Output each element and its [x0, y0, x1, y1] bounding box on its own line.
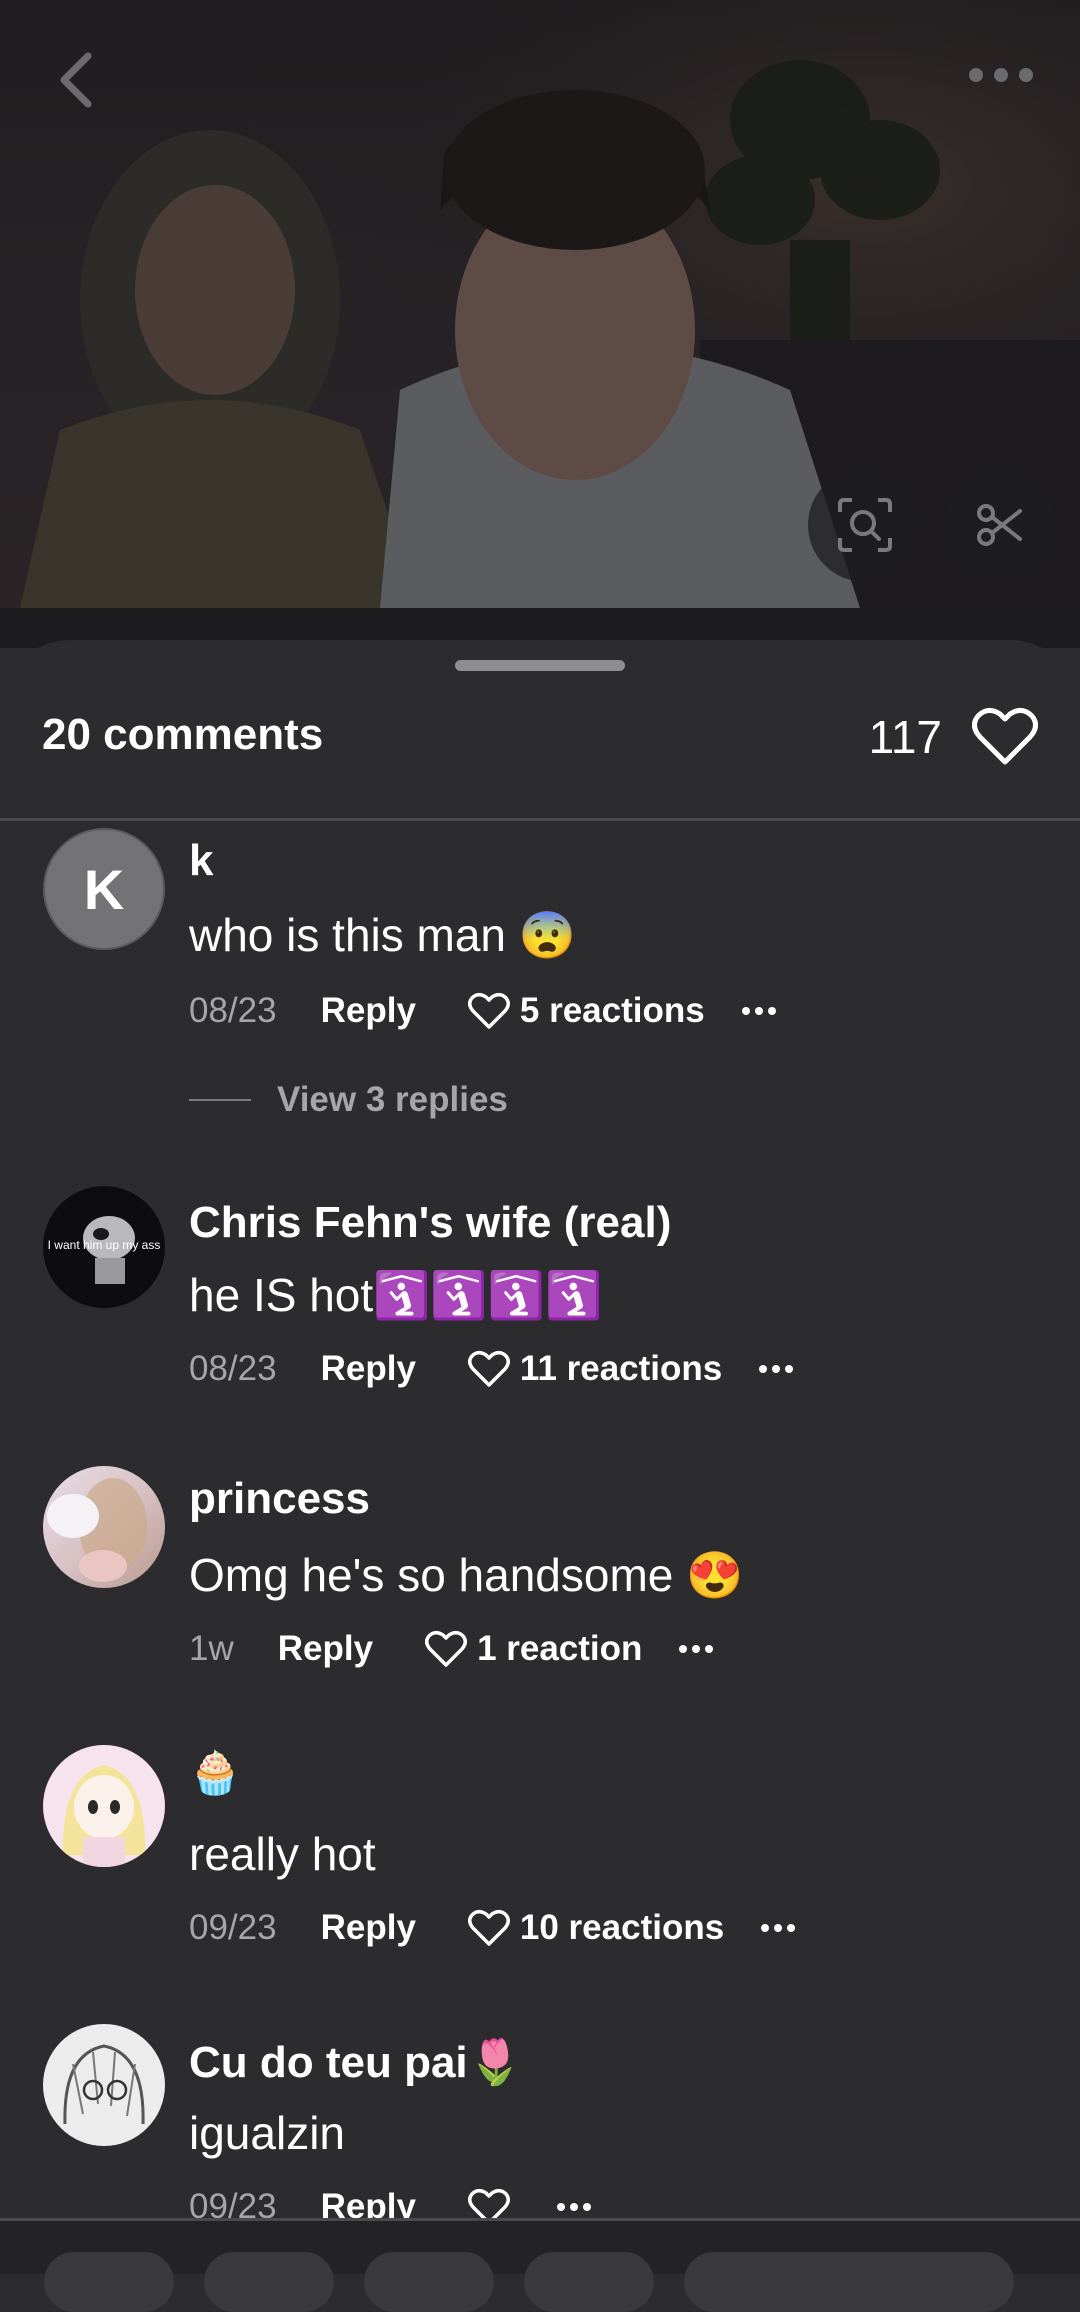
reactions-count[interactable]: 5 reactions	[520, 991, 705, 1031]
avatar[interactable]	[43, 1745, 165, 1867]
comment-count: 20 comments	[42, 710, 324, 759]
comment-actions: 08/23 Reply 11 reactions	[189, 1349, 794, 1389]
comment-actions: 08/23 Reply 5 reactions	[189, 991, 777, 1031]
cut-button[interactable]	[943, 468, 1057, 582]
visual-search-button[interactable]	[808, 468, 922, 582]
avatar-caption: I want him up my ass	[47, 1238, 161, 1252]
comment-text: Omg he's so handsome 😍	[189, 1549, 744, 1601]
more-dots-icon	[969, 68, 1033, 82]
comment-text: really hot	[189, 1828, 376, 1880]
comment-date: 1w	[189, 1629, 234, 1668]
more-options-button[interactable]	[966, 60, 1036, 90]
post-photo[interactable]	[0, 0, 1080, 608]
reply-button[interactable]: Reply	[321, 1349, 416, 1389]
avatar-image	[62, 1765, 146, 1867]
reply-button[interactable]: Reply	[321, 1908, 416, 1948]
reactions-count[interactable]: 10 reactions	[520, 1908, 724, 1948]
comment-text: igualzin	[189, 2107, 345, 2159]
like-post-button[interactable]	[972, 706, 1038, 766]
avatar[interactable]: I want him up my ass	[43, 1186, 165, 1308]
more-dots-icon[interactable]	[758, 1364, 794, 1374]
more-dots-icon[interactable]	[678, 1644, 714, 1654]
comment-date: 09/23	[189, 2187, 277, 2218]
avatar-image	[63, 2044, 145, 2125]
comment-username[interactable]: 🧁	[189, 1749, 241, 1798]
scan-search-icon	[838, 498, 892, 552]
drag-handle[interactable]	[455, 660, 625, 671]
view-replies-label: View 3 replies	[277, 1080, 508, 1119]
heart-icon[interactable]	[467, 1909, 510, 1947]
avatar-image	[47, 1478, 147, 1582]
likes-count: 117	[868, 711, 942, 763]
more-dots-icon[interactable]	[556, 2202, 592, 2212]
comment-date: 08/23	[189, 991, 277, 1030]
comment-actions: 09/23 Reply 10 reactions	[189, 1908, 796, 1948]
comment-date: 09/23	[189, 1908, 277, 1947]
more-dots-icon[interactable]	[760, 1923, 796, 1933]
more-dots-icon[interactable]	[741, 1006, 777, 1016]
avatar[interactable]	[43, 1466, 165, 1588]
comment-username[interactable]: princess	[189, 1474, 370, 1524]
comment-actions: 09/23 Reply	[189, 2187, 592, 2218]
quick-reaction-chip[interactable]	[44, 2252, 174, 2312]
comment-text: he IS hot🛐🛐🛐🛐	[189, 1269, 603, 1321]
back-button[interactable]	[48, 50, 108, 110]
quick-reaction-chip[interactable]	[364, 2252, 494, 2312]
reply-button[interactable]: Reply	[321, 2187, 416, 2218]
heart-icon[interactable]	[467, 992, 510, 1030]
reply-button[interactable]: Reply	[278, 1629, 373, 1669]
comment-item: Cu do teu pai🌷 igualzin 09/23 Reply	[0, 2024, 1080, 2218]
comment-text: who is this man 😨	[189, 909, 577, 961]
comments-sheet: 20 comments 117 K k who is this man 😨 08…	[0, 640, 1080, 2274]
comment-username[interactable]: Cu do teu pai🌷	[189, 2036, 522, 2088]
comment-actions: 1w Reply 1 reaction	[189, 1629, 714, 1669]
comment-username[interactable]: Chris Fehn's wife (real)	[189, 1198, 671, 1248]
reactions-count[interactable]: 11 reactions	[520, 1349, 722, 1389]
avatar-letter: K	[83, 857, 125, 921]
heart-icon[interactable]	[467, 2188, 510, 2218]
reply-button[interactable]: Reply	[321, 991, 416, 1031]
heart-icon[interactable]	[467, 1350, 510, 1388]
quick-reaction-chip[interactable]	[524, 2252, 654, 2312]
quick-reaction-chip[interactable]	[204, 2252, 334, 2312]
comment-input[interactable]	[684, 2252, 1014, 2312]
chevron-left-icon	[60, 52, 92, 108]
reactions-count[interactable]: 1 reaction	[477, 1629, 642, 1669]
comment-username[interactable]: k	[189, 836, 213, 886]
scissors-icon	[977, 504, 1022, 546]
heart-icon[interactable]	[425, 1630, 468, 1668]
view-replies-button[interactable]: View 3 replies	[189, 1080, 508, 1120]
avatar[interactable]	[43, 2024, 165, 2146]
comment-date: 08/23	[189, 1349, 277, 1388]
header-divider	[0, 818, 1080, 821]
replies-line	[189, 1099, 251, 1101]
avatar[interactable]: K	[43, 828, 165, 950]
heart-icon	[972, 708, 1038, 765]
